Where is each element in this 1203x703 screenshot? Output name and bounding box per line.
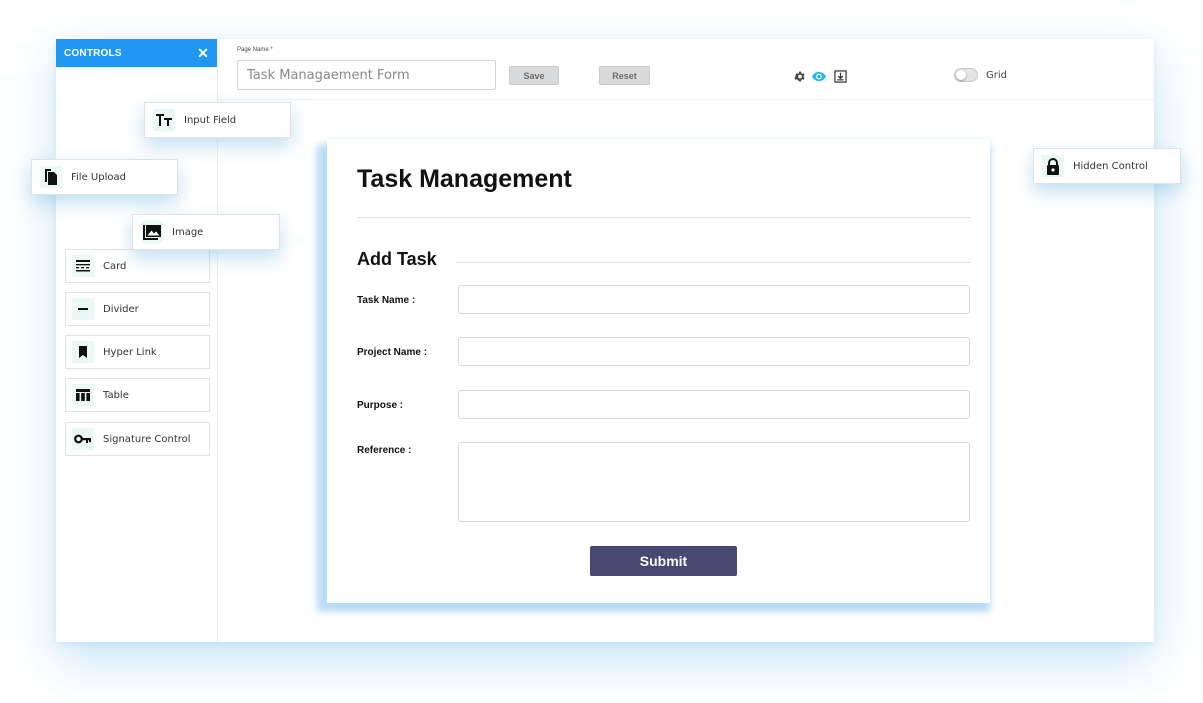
bookmark-icon: [72, 341, 94, 363]
grid-toggle[interactable]: [954, 68, 978, 82]
submit-button[interactable]: Submit: [590, 546, 737, 576]
card-icon: [72, 255, 94, 277]
sidebar-item-hyper-link[interactable]: Hyper Link: [65, 335, 210, 369]
sidebar-item-table[interactable]: Table: [65, 378, 210, 412]
purpose-input[interactable]: [458, 390, 970, 419]
grid-label: Grid: [986, 70, 1007, 81]
page-name-label: Page Name *: [237, 47, 273, 53]
floating-input-field[interactable]: Input Field: [144, 102, 291, 138]
lock-icon: [1042, 155, 1064, 177]
file-icon: [40, 166, 62, 188]
save-button[interactable]: Save: [509, 66, 559, 85]
reference-textarea[interactable]: [458, 442, 970, 522]
sidebar-item-label: Signature Control: [103, 433, 191, 445]
floating-label: Image: [172, 226, 204, 238]
page-name-input[interactable]: [237, 60, 496, 90]
key-icon: [72, 428, 94, 450]
download-icon[interactable]: [833, 69, 847, 83]
table-icon: [72, 384, 94, 406]
section-title: Add Task: [357, 249, 437, 269]
sidebar-item-signature-control[interactable]: Signature Control: [65, 422, 210, 456]
floating-label: Hidden Control: [1073, 160, 1148, 172]
floating-label: Input Field: [184, 114, 237, 126]
project-name-input[interactable]: [458, 337, 970, 366]
sidebar-item-label: Card: [103, 260, 127, 272]
sidebar-item-label: Hyper Link: [103, 346, 157, 358]
floating-label: File Upload: [71, 171, 126, 183]
form-title: Task Management: [357, 165, 572, 193]
section-divider: [456, 262, 970, 263]
floating-file-upload[interactable]: File Upload: [31, 159, 178, 195]
sidebar-item-divider[interactable]: Divider: [65, 292, 210, 326]
divider-icon: [72, 298, 94, 320]
sidebar-item-card[interactable]: Card: [65, 249, 210, 283]
task-name-label: Task Name :: [357, 295, 416, 306]
floating-image[interactable]: Image: [132, 214, 280, 250]
form-card: [327, 139, 990, 603]
sidebar-header: CONTROLS ✕: [56, 39, 217, 67]
close-icon[interactable]: ✕: [197, 46, 209, 60]
purpose-label: Purpose :: [357, 400, 404, 411]
toolbar-divider: [217, 99, 1154, 100]
reset-button[interactable]: Reset: [599, 66, 650, 85]
sidebar-item-label: Divider: [103, 303, 139, 315]
task-name-input[interactable]: [458, 285, 970, 314]
text-icon: [153, 109, 175, 131]
title-divider: [357, 217, 970, 218]
toggle-knob: [956, 70, 966, 80]
sidebar-title: CONTROLS: [64, 47, 122, 59]
eye-icon[interactable]: [812, 69, 826, 83]
reference-label: Reference :: [357, 445, 412, 456]
sidebar-item-label: Table: [103, 389, 129, 401]
gear-icon[interactable]: [792, 69, 806, 83]
floating-hidden-control[interactable]: Hidden Control: [1033, 148, 1181, 184]
project-name-label: Project Name :: [357, 347, 428, 358]
image-icon: [141, 221, 163, 243]
